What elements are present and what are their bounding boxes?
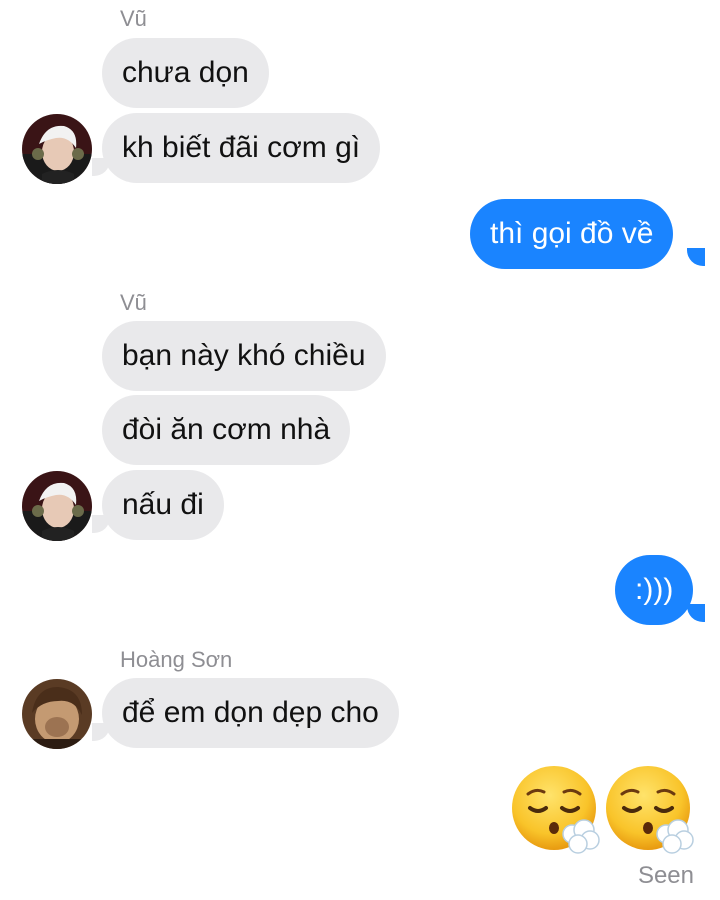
message-bubble-incoming[interactable]: chưa dọn	[102, 38, 269, 108]
message-bubble-outgoing[interactable]: thì gọi đồ về	[470, 199, 674, 269]
avatar-hoang-son[interactable]	[22, 679, 92, 749]
message-bubble-incoming[interactable]: nấu đi	[102, 470, 224, 540]
avatar-image	[22, 114, 92, 184]
avatar-vu[interactable]	[22, 114, 92, 184]
emoji-image	[606, 766, 694, 854]
avatar-image	[22, 471, 92, 541]
seen-status: Seen	[637, 862, 694, 889]
avatar-vu[interactable]	[22, 471, 92, 541]
message-bubble-incoming[interactable]: kh biết đãi cơm gì	[102, 113, 381, 183]
face-with-steam-from-nose-emoji[interactable]	[510, 764, 602, 856]
sender-name: Vũ	[120, 290, 147, 315]
bubble-tail	[687, 248, 705, 266]
message-bubble-incoming[interactable]: bạn này khó chiều	[102, 321, 386, 391]
bubble-tail	[687, 604, 705, 622]
face-with-steam-from-nose-emoji[interactable]	[604, 764, 696, 856]
emoji-image	[512, 766, 600, 854]
sender-name: Hoàng Sơn	[120, 647, 233, 672]
message-bubble-incoming[interactable]: đòi ăn cơm nhà	[102, 395, 351, 465]
message-bubble-incoming[interactable]: để em dọn dẹp cho	[102, 678, 399, 748]
avatar-image	[22, 679, 92, 749]
sender-name: Vũ	[120, 6, 147, 31]
message-bubble-outgoing[interactable]: :)))	[615, 555, 694, 625]
